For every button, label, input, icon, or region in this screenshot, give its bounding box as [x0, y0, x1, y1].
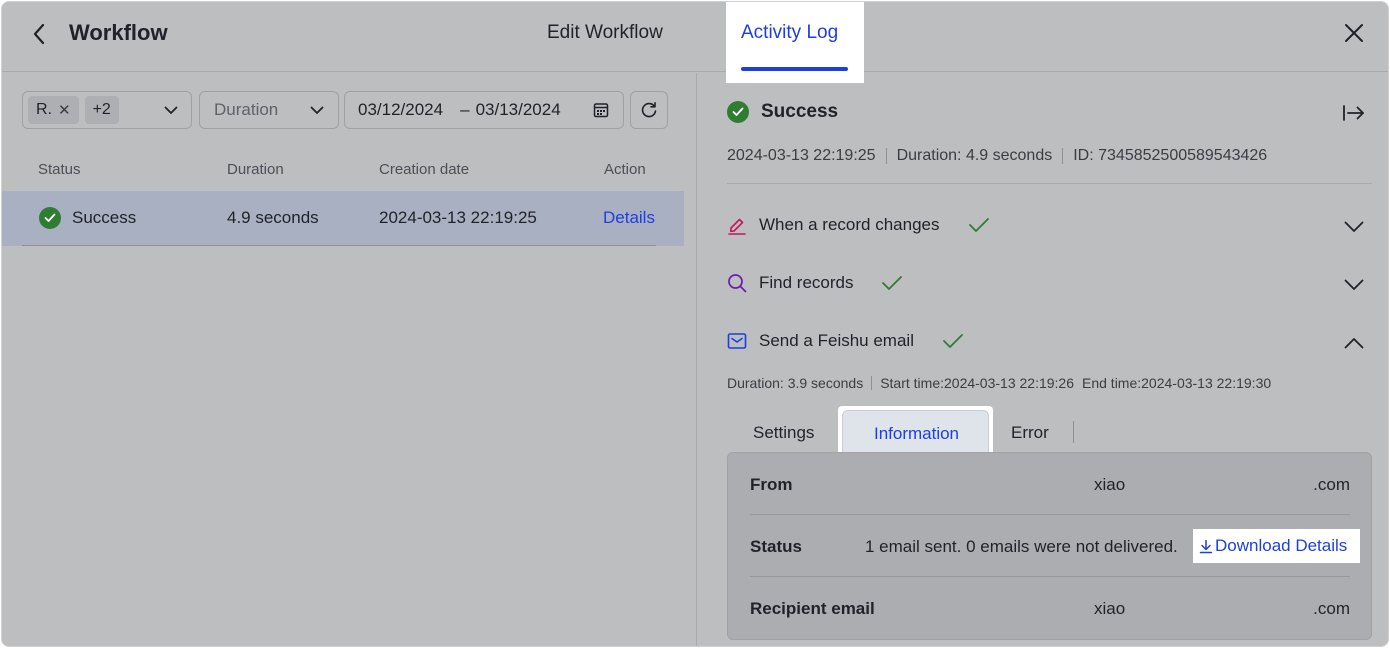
step-tabs: Settings Information Error [727, 406, 1372, 460]
table-row[interactable]: Success 4.9 seconds 2024-03-13 22:19:25 … [2, 191, 684, 246]
success-icon [39, 207, 61, 229]
download-details-button[interactable]: Download Details [1193, 529, 1360, 563]
active-tab-indicator [741, 67, 848, 71]
page-title: Workflow [69, 20, 168, 45]
meta-separator [885, 148, 887, 164]
download-details-label: Download Details [1215, 536, 1348, 555]
calendar-icon [593, 103, 609, 118]
check-icon [881, 275, 903, 291]
section-divider [727, 183, 1372, 184]
info-row-status: Status 1 email sent. 0 emails were not d… [750, 515, 1360, 577]
filter-chip-label: R. [36, 101, 52, 118]
info-key-status: Status [750, 537, 802, 556]
run-detail-panel: Success 2024-03-13 22:19:25 Duration: 4.… [697, 73, 1388, 646]
row-divider [22, 245, 656, 246]
step-meta: Duration: 3.9 seconds Start time:2024-03… [727, 375, 1271, 391]
chevron-left-icon [33, 23, 45, 45]
collapse-step-button[interactable] [1342, 331, 1366, 355]
info-from-domain: .com [1313, 475, 1350, 494]
refresh-icon [641, 102, 657, 118]
check-icon [968, 217, 990, 233]
tab-activity-log-label: Activity Log [741, 22, 839, 43]
info-row-from: From xiao .com [750, 453, 1350, 515]
run-status: Success [727, 101, 838, 123]
search-icon [728, 274, 747, 293]
details-link[interactable]: Details [603, 208, 655, 228]
chevron-down-icon [1344, 279, 1364, 290]
step-label: When a record changes [759, 215, 940, 234]
step-find-records[interactable]: Find records [727, 273, 903, 293]
step-duration: Duration: 3.9 seconds [727, 375, 864, 391]
info-key-recipient: Recipient email [750, 599, 875, 618]
run-duration: Duration: 4.9 seconds [896, 147, 1053, 164]
info-recipient-domain: .com [1313, 599, 1350, 618]
date-separator: – [460, 100, 470, 119]
chevron-down-icon [164, 106, 178, 114]
run-list-panel: R. ✕ +2 Duration 03/12/2024 – 03/13/2024… [2, 73, 696, 646]
refresh-button[interactable] [630, 91, 668, 129]
row-creation-date: 2024-03-13 22:19:25 [379, 208, 537, 227]
close-icon [1345, 24, 1363, 42]
filter-chip-more[interactable]: +2 [84, 96, 119, 124]
mail-icon [727, 333, 747, 349]
info-recipient-user: xiao [1094, 599, 1126, 618]
chip-remove-icon[interactable]: ✕ [58, 101, 71, 119]
duration-filter[interactable]: Duration [199, 91, 339, 129]
collapse-panel-button[interactable] [1339, 101, 1369, 125]
status-filter[interactable]: R. ✕ +2 [22, 91, 192, 129]
check-icon [942, 333, 964, 349]
step-start-time: Start time:2024-03-13 22:19:26 [880, 375, 1074, 391]
run-timestamp: 2024-03-13 22:19:25 [727, 147, 876, 164]
success-icon [727, 101, 749, 123]
row-status: Success [72, 208, 137, 227]
duration-filter-placeholder: Duration [214, 100, 279, 119]
expand-step-button[interactable] [1342, 215, 1366, 239]
expand-step-button[interactable] [1342, 273, 1366, 297]
row-duration: 4.9 seconds [227, 208, 319, 227]
date-range-picker[interactable]: 03/12/2024 – 03/13/2024 [344, 91, 624, 129]
column-header-duration: Duration [227, 161, 284, 178]
tab-settings[interactable]: Settings [753, 423, 814, 443]
date-end: 03/13/2024 [475, 100, 561, 119]
information-card: From xiao .com Status 1 email sent. 0 em… [727, 452, 1372, 640]
meta-separator [871, 376, 873, 390]
close-button[interactable] [1339, 18, 1369, 48]
filter-chip[interactable]: R. ✕ [28, 96, 79, 124]
step-record-changes[interactable]: When a record changes [727, 215, 990, 235]
tab-activity-log[interactable]: Activity Log [726, 2, 864, 83]
info-from-user: xiao [1094, 475, 1126, 494]
info-row-recipient: Recipient email xiao .com [750, 577, 1350, 639]
chevron-down-icon [1344, 221, 1364, 232]
tab-edit-workflow[interactable]: Edit Workflow [547, 22, 663, 44]
chevron-up-icon [1344, 338, 1364, 349]
step-end-time: End time:2024-03-13 22:19:30 [1082, 375, 1272, 391]
info-status-value: 1 email sent. 0 emails were not delivere… [865, 537, 1178, 556]
edit-icon [728, 218, 746, 235]
column-header-status: Status [38, 161, 81, 178]
column-header-action: Action [604, 161, 646, 178]
step-label: Find records [759, 273, 854, 292]
column-header-creation-date: Creation date [379, 161, 470, 178]
info-key-from: From [750, 475, 793, 494]
header: Workflow Edit Workflow Activity Log [2, 2, 1388, 83]
arrow-right-bar-icon [1343, 105, 1364, 121]
run-status-label: Success [761, 101, 839, 122]
date-start: 03/12/2024 [358, 100, 444, 119]
back-button[interactable] [26, 19, 52, 49]
meta-separator [1062, 148, 1064, 164]
chevron-down-icon [310, 106, 324, 114]
tab-error[interactable]: Error [1011, 423, 1049, 443]
step-send-email[interactable]: Send a Feishu email [727, 331, 964, 351]
tab-information-label: Information [873, 424, 960, 443]
run-meta: 2024-03-13 22:19:25 Duration: 4.9 second… [727, 147, 1267, 165]
workflow-window: Workflow Edit Workflow Activity Log R. ✕… [1, 1, 1389, 647]
step-label: Send a Feishu email [759, 331, 914, 350]
run-id: ID: 7345852500589543426 [1073, 147, 1268, 164]
download-icon [1199, 539, 1213, 553]
tab-separator [1073, 421, 1074, 443]
